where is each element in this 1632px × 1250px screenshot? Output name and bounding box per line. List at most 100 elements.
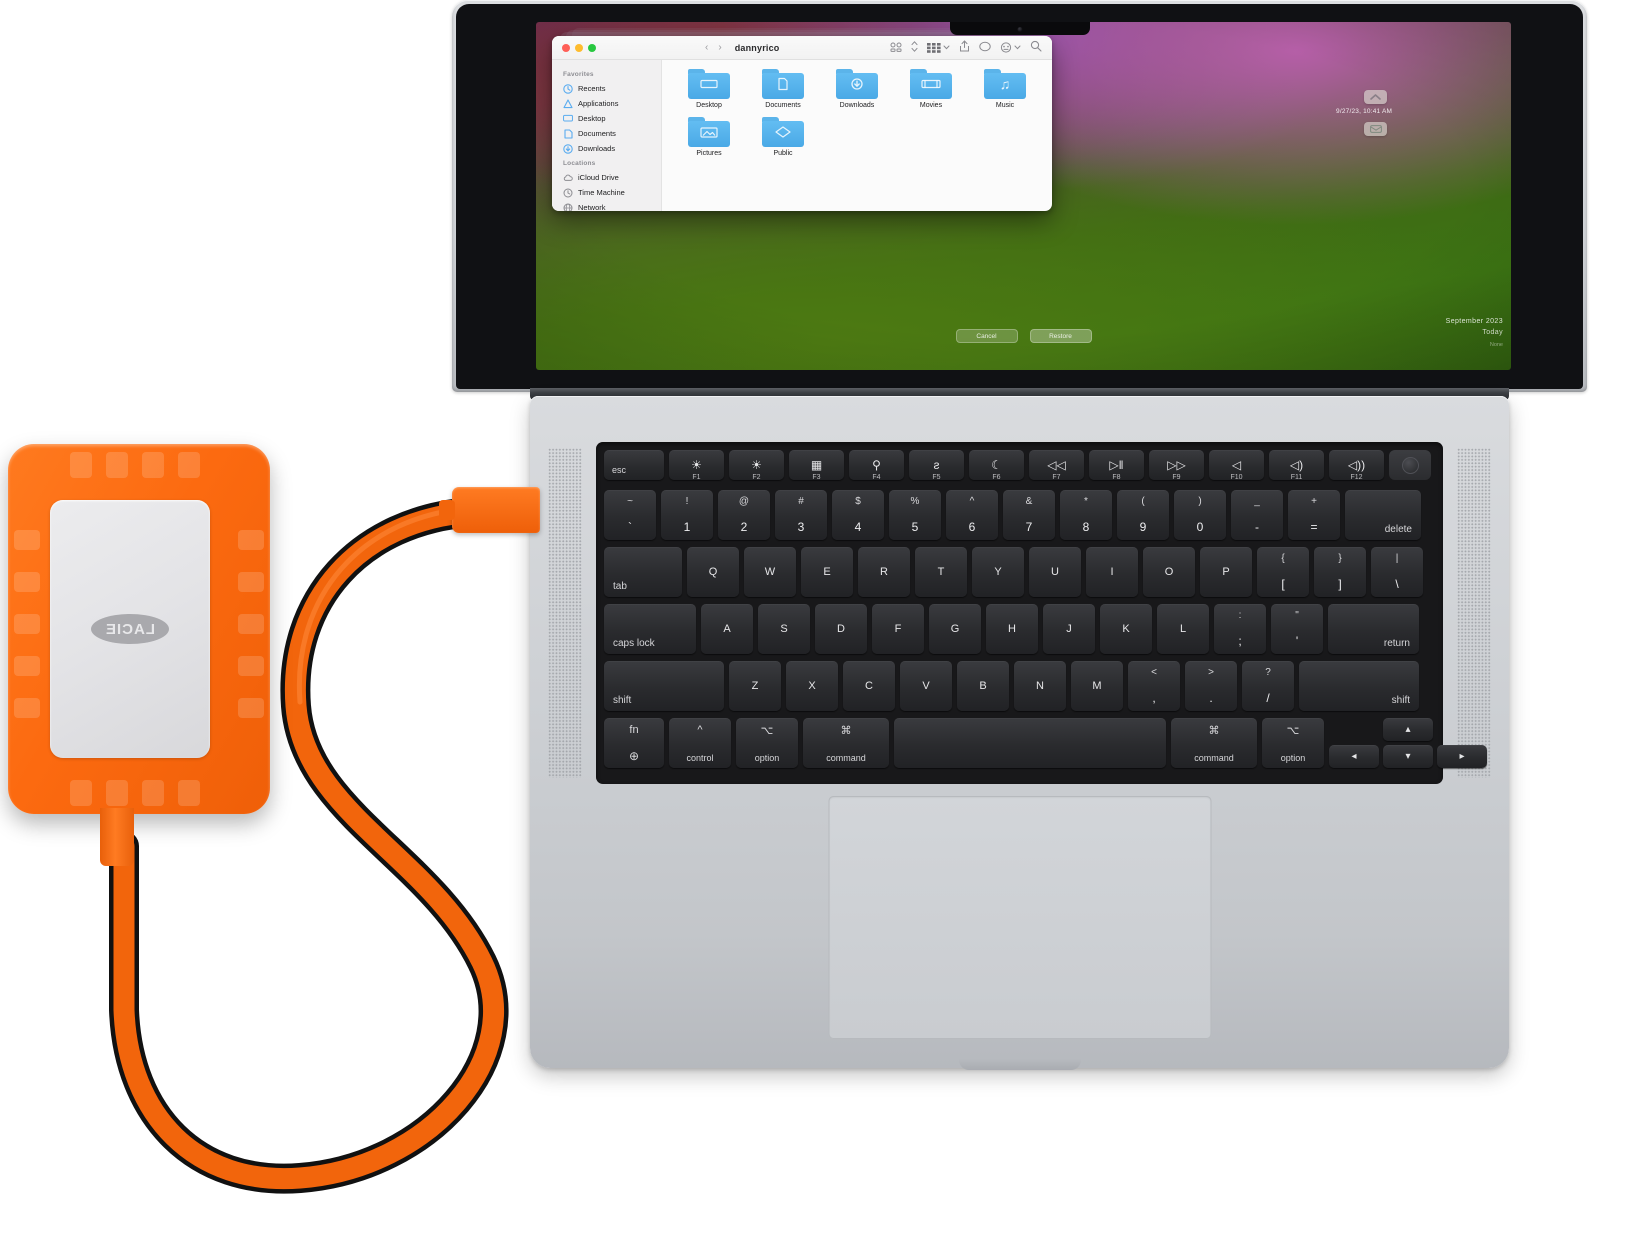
close-button[interactable] [562, 43, 570, 52]
tag-icon[interactable] [979, 39, 991, 57]
key-bracket[interactable]: }] [1314, 547, 1366, 597]
trackpad[interactable] [828, 796, 1211, 1039]
key-d[interactable]: D [815, 604, 867, 654]
key-f3[interactable]: ▦ F3 [789, 450, 844, 481]
finder-content-area[interactable]: Desktop Documents Downloads Movies ♫ Mus… [662, 60, 1052, 211]
key-f7[interactable]: ◁◁ F7 [1029, 450, 1084, 481]
key-p[interactable]: P [1200, 547, 1252, 597]
key-m[interactable]: M [1071, 661, 1123, 711]
view-mode-icon[interactable] [927, 42, 950, 53]
key-c[interactable]: C [843, 661, 895, 711]
folder-item[interactable]: Pictures [672, 117, 746, 157]
sidebar-item-icloud-drive[interactable]: iCloud Drive [552, 170, 661, 185]
key-=[interactable]: + = [1288, 490, 1340, 540]
key-s[interactable]: S [758, 604, 810, 654]
key-punct[interactable]: <, [1128, 661, 1180, 711]
key-y[interactable]: Y [972, 547, 1024, 597]
key-j[interactable]: J [1043, 604, 1095, 654]
key-esc[interactable]: esc [604, 450, 664, 480]
key-3[interactable]: #3 [775, 490, 827, 540]
key-fn[interactable]: fn ⊕ [604, 718, 664, 768]
folder-item[interactable]: Desktop [672, 69, 746, 109]
key-`[interactable]: ~ ` [604, 490, 656, 540]
key-return[interactable]: return [1328, 604, 1419, 654]
key-z[interactable]: Z [729, 661, 781, 711]
key-b[interactable]: B [957, 661, 1009, 711]
sidebar-item-documents[interactable]: Documents [552, 126, 661, 141]
key-space[interactable] [894, 718, 1166, 768]
sidebar-item-downloads[interactable]: Downloads [552, 141, 661, 156]
key-f9[interactable]: ▷▷ F9 [1149, 450, 1204, 481]
key-tab[interactable]: tab [604, 547, 682, 597]
key-q[interactable]: Q [687, 547, 739, 597]
key-9[interactable]: (9 [1117, 490, 1169, 540]
key-command[interactable]: ⌘ command [803, 718, 889, 768]
folder-item[interactable]: Downloads [820, 69, 894, 109]
share-icon[interactable] [959, 39, 970, 57]
key-option[interactable]: ⌥ option [736, 718, 798, 768]
key-o[interactable]: O [1143, 547, 1195, 597]
sidebar-item-network[interactable]: Network [552, 200, 661, 211]
key-v[interactable]: V [900, 661, 952, 711]
key-i[interactable]: I [1086, 547, 1138, 597]
key-6[interactable]: ^ 6 [946, 490, 998, 540]
back-button[interactable]: ‹ [700, 42, 713, 53]
key-f4[interactable]: ⚲ F4 [849, 450, 904, 481]
key-command[interactable]: ⌘ command [1171, 718, 1257, 768]
key-4[interactable]: $4 [832, 490, 884, 540]
key-n[interactable]: N [1014, 661, 1066, 711]
folder-item[interactable]: Public [746, 117, 820, 157]
key-control[interactable]: ^ control [669, 718, 731, 768]
key-f6[interactable]: ☾ F6 [969, 450, 1024, 481]
key-f8[interactable]: ▷‖ F8 [1089, 450, 1144, 481]
key-f1[interactable]: ☀ F1 [669, 450, 724, 481]
key-arrow-down[interactable]: ▾ [1383, 745, 1433, 768]
forward-button[interactable]: › [713, 42, 726, 53]
key-k[interactable]: K [1100, 604, 1152, 654]
key-1[interactable]: ! 1 [661, 490, 713, 540]
key-a[interactable]: A [701, 604, 753, 654]
key-caps-lock[interactable]: caps lock [604, 604, 696, 654]
key-punct[interactable]: ? / [1242, 661, 1294, 711]
key-x[interactable]: X [786, 661, 838, 711]
key-r[interactable]: R [858, 547, 910, 597]
key-f12[interactable]: ◁)) F12 [1329, 450, 1384, 481]
key-shift-left[interactable]: shift [604, 661, 724, 711]
minimize-button[interactable] [575, 43, 583, 52]
search-icon[interactable] [1030, 39, 1042, 57]
sort-chevron-icon[interactable] [911, 39, 918, 57]
key-shift-right[interactable]: shift [1299, 661, 1419, 711]
notification-mail[interactable] [1364, 122, 1387, 136]
key-f[interactable]: F [872, 604, 924, 654]
restore-button[interactable]: Restore [1029, 329, 1092, 343]
zoom-button[interactable] [588, 43, 596, 52]
group-by-icon[interactable] [890, 39, 902, 57]
sidebar-item-recents[interactable]: Recents [552, 81, 661, 96]
key-option[interactable]: ⌥ option [1262, 718, 1324, 768]
key-h[interactable]: H [986, 604, 1038, 654]
key-bracket[interactable]: {[ [1257, 547, 1309, 597]
key-8[interactable]: * 8 [1060, 490, 1112, 540]
sidebar-item-desktop[interactable]: Desktop [552, 111, 661, 126]
key-punct[interactable]: " ' [1271, 604, 1323, 654]
key-punct[interactable]: :; [1214, 604, 1266, 654]
key-w[interactable]: W [744, 547, 796, 597]
key-f10[interactable]: ◁ F10 [1209, 450, 1264, 481]
touch-id-button[interactable] [1389, 450, 1431, 480]
key--[interactable]: _ - [1231, 490, 1283, 540]
sidebar-item-applications[interactable]: Applications [552, 96, 661, 111]
key-punct[interactable]: >. [1185, 661, 1237, 711]
key-u[interactable]: U [1029, 547, 1081, 597]
key-5[interactable]: % 5 [889, 490, 941, 540]
key-l[interactable]: L [1157, 604, 1209, 654]
folder-item[interactable]: ♫ Music [968, 69, 1042, 109]
key-arrow-up[interactable]: ▴ [1383, 718, 1433, 741]
calendar-widget[interactable]: September 2023 Today None [1446, 318, 1503, 348]
sidebar-item-time-machine[interactable]: Time Machine [552, 185, 661, 200]
cancel-button[interactable]: Cancel [955, 329, 1018, 343]
key-2[interactable]: @2 [718, 490, 770, 540]
key-bracket[interactable]: | \ [1371, 547, 1423, 597]
key-t[interactable]: T [915, 547, 967, 597]
key-f2[interactable]: ☀ F2 [729, 450, 784, 481]
folder-item[interactable]: Movies [894, 69, 968, 109]
